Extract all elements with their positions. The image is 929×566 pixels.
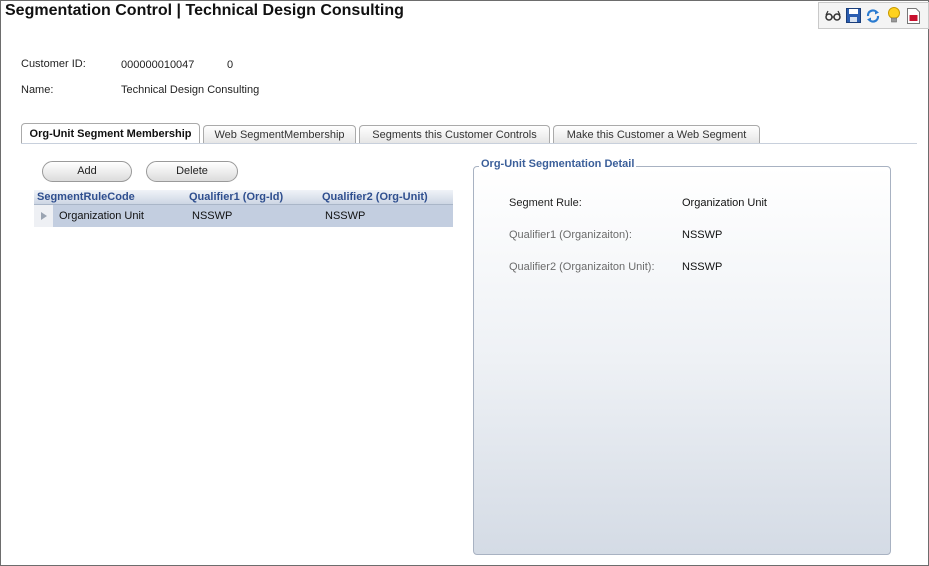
grid-header: SegmentRuleCode Qualifier1 (Org-Id) Qual… (34, 190, 453, 205)
delete-button[interactable]: Delete (146, 161, 238, 182)
save-icon[interactable] (844, 7, 862, 25)
segmentation-control-window: Segmentation Control | Technical Design … (0, 0, 929, 566)
detail-panel-legend: Org-Unit Segmentation Detail (479, 158, 637, 170)
cell-qualifier2: NSSWP (325, 210, 366, 222)
customer-name-label: Name: (21, 84, 54, 96)
column-header-qualifier1[interactable]: Qualifier1 (Org-Id) (186, 190, 319, 204)
tab-org-unit-segment-membership[interactable]: Org-Unit Segment Membership (21, 123, 200, 143)
lightbulb-icon[interactable] (885, 7, 903, 25)
add-button[interactable]: Add (42, 161, 132, 182)
tab-make-customer-web-segment[interactable]: Make this Customer a Web Segment (553, 125, 760, 143)
page-title: Segmentation Control | Technical Design … (5, 2, 404, 19)
customer-sub-id-value: 0 (227, 59, 234, 71)
qualifier2-label: Qualifier2 (Organizaiton Unit): (509, 261, 655, 273)
customer-id-label: Customer ID: (21, 58, 86, 70)
tab-web-segment-membership[interactable]: Web SegmentMembership (203, 125, 356, 143)
qualifier1-value: NSSWP (682, 229, 723, 241)
column-header-qualifier2[interactable]: Qualifier2 (Org-Unit) (319, 190, 453, 204)
toolbar (818, 2, 929, 29)
tab-segments-customer-controls[interactable]: Segments this Customer Controls (359, 125, 550, 143)
org-unit-segmentation-detail-panel (473, 166, 891, 555)
customer-name-value: Technical Design Consulting (121, 84, 260, 96)
glasses-icon[interactable] (824, 7, 842, 25)
customer-id-value: 000000010047 (121, 59, 195, 71)
pdf-icon[interactable] (905, 7, 923, 25)
segment-rule-value: Organization Unit (682, 197, 767, 209)
column-header-segment-rule-code[interactable]: SegmentRuleCode (34, 190, 186, 204)
row-selector-icon[interactable] (34, 205, 53, 227)
qualifier2-value: NSSWP (682, 261, 723, 273)
segment-rule-label: Segment Rule: (509, 197, 582, 209)
cell-segment-rule-code: Organization Unit (59, 210, 144, 222)
tab-strip: Org-Unit Segment Membership Web SegmentM… (21, 123, 763, 143)
segment-grid: SegmentRuleCode Qualifier1 (Org-Id) Qual… (34, 190, 453, 227)
refresh-icon[interactable] (864, 7, 882, 25)
table-row[interactable]: Organization Unit NSSWP NSSWP (34, 205, 453, 227)
cell-qualifier1: NSSWP (192, 210, 233, 222)
qualifier1-label: Qualifier1 (Organizaiton): (509, 229, 632, 241)
